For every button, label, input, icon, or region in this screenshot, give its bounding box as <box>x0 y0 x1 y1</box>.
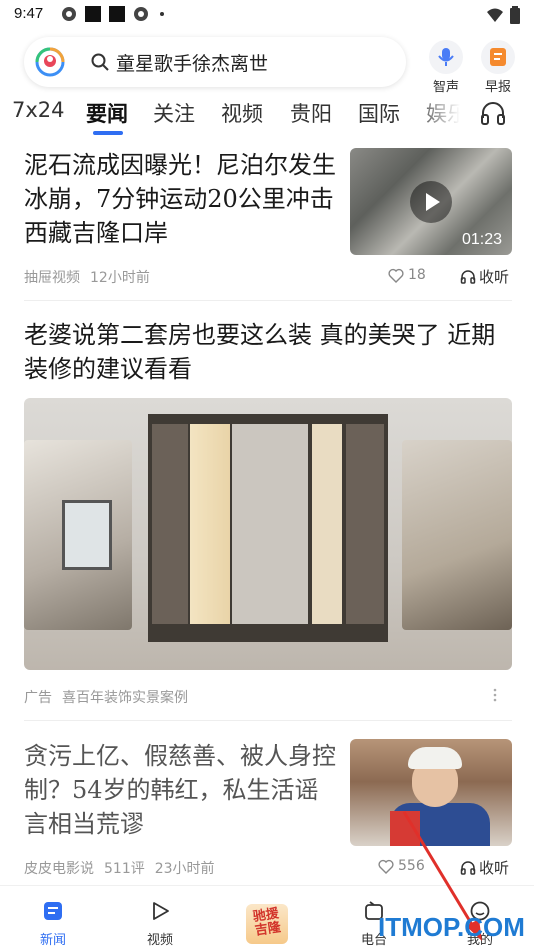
status-time: 9:47 <box>14 5 44 22</box>
tab-7x24[interactable]: 7x24 <box>12 98 65 122</box>
news-time: 12小时前 <box>90 270 150 286</box>
audio-mode-button[interactable] <box>478 98 508 128</box>
comment-count: 511评 <box>104 861 145 877</box>
more-notifications-dot <box>160 12 164 16</box>
listen-label: 收听 <box>479 268 510 286</box>
search-suggestion[interactable]: 童星歌手徐杰离世 <box>116 49 268 76</box>
feed-divider <box>24 300 512 301</box>
campaign-badge-text: 驰援吉隆 <box>252 906 282 939</box>
play-icon[interactable] <box>410 181 452 223</box>
news-icon <box>44 902 62 920</box>
headphones-icon <box>460 269 476 284</box>
ad-meta: 广告 喜百年装饰实景案例 <box>24 687 198 707</box>
news-video-thumbnail-1[interactable]: 01:23 <box>350 148 512 255</box>
news-meta-1: 抽屉视频 12小时前 <box>24 267 160 287</box>
wifi-icon <box>487 8 503 22</box>
voice-button[interactable]: 智声 <box>424 40 468 95</box>
campaign-badge-icon[interactable]: 驰援吉隆 <box>246 904 288 944</box>
ad-image[interactable] <box>24 398 512 670</box>
ad-label: 广告 <box>24 690 52 706</box>
app-notification-icon <box>62 7 76 21</box>
morning-news-label: 早报 <box>484 80 511 95</box>
news-source: 皮皮电影说 <box>24 861 94 877</box>
active-tab-indicator <box>93 131 123 135</box>
app-logo-icon[interactable] <box>34 46 66 78</box>
ad-image-kitchen <box>402 440 512 630</box>
ad-image-cabinet <box>148 414 388 642</box>
nav-video[interactable]: 视频 <box>130 900 190 948</box>
news-meta-3: 皮皮电影说 511评 23小时前 <box>24 858 225 878</box>
notification-icons <box>60 5 164 23</box>
search-icon <box>91 53 109 71</box>
headphones-icon <box>460 860 476 875</box>
nav-news-label: 新闻 <box>39 933 66 948</box>
news-time: 23小时前 <box>154 861 215 877</box>
status-bar: 9:47 <box>0 0 534 30</box>
ad-source: 喜百年装饰实景案例 <box>62 690 188 706</box>
heart-icon <box>378 859 394 874</box>
news-source: 抽屉视频 <box>24 270 80 286</box>
search-bar[interactable]: 童星歌手徐杰离世 <box>24 37 406 87</box>
video-duration: 01:23 <box>461 231 502 248</box>
news-title-1[interactable]: 泥石流成因曝光！尼泊尔发生冰崩，7分钟运动20公里冲击西藏吉隆口岸 <box>24 148 340 250</box>
black-square-icon <box>85 6 101 22</box>
listen-button[interactable]: 收听 <box>460 266 509 287</box>
feed-divider <box>24 720 512 721</box>
tab-international[interactable]: 国际 <box>358 98 400 128</box>
like-count: 556 <box>398 858 425 874</box>
microphone-icon <box>429 40 463 74</box>
headphones-icon <box>481 102 505 125</box>
tab-fade <box>412 94 472 136</box>
tab-follow[interactable]: 关注 <box>153 98 195 128</box>
news-thumbnail-3[interactable] <box>350 739 512 846</box>
nav-news[interactable]: 新闻 <box>23 900 83 948</box>
tab-video[interactable]: 视频 <box>221 98 263 128</box>
video-play-icon <box>153 902 169 920</box>
ad-image-window <box>62 500 112 570</box>
ad-title[interactable]: 老婆说第二套房也要这么装 真的美哭了 近期装修的建议看看 <box>24 318 514 386</box>
app-notification-icon <box>134 7 148 21</box>
battery-icon <box>510 6 520 24</box>
like-button[interactable]: 556 <box>378 858 425 874</box>
watermark: ITMOP.COM <box>378 912 525 942</box>
black-square-icon <box>109 6 125 22</box>
ad-image-bedroom <box>24 440 132 630</box>
nav-video-label: 视频 <box>146 933 173 948</box>
voice-button-label: 智声 <box>432 80 459 95</box>
tab-guiyang[interactable]: 贵阳 <box>290 98 332 128</box>
morning-news-button[interactable]: 早报 <box>476 40 520 95</box>
listen-button[interactable]: 收听 <box>460 857 509 878</box>
listen-label: 收听 <box>479 859 510 877</box>
more-options-icon[interactable] <box>490 686 500 704</box>
system-status-icons <box>486 6 520 24</box>
channel-tabs: 7x24 要闻 关注 视频 贵阳 国际 娱乐 <box>0 94 534 136</box>
tab-headlines[interactable]: 要闻 <box>86 98 128 128</box>
heart-icon <box>388 268 404 283</box>
like-count: 18 <box>408 267 426 283</box>
like-button[interactable]: 18 <box>388 267 426 283</box>
news-title-3[interactable]: 贪污上亿、假慈善、被人身控制？54岁的韩红，私生活谣言相当荒谬 <box>24 739 340 841</box>
morning-news-icon <box>481 40 515 74</box>
